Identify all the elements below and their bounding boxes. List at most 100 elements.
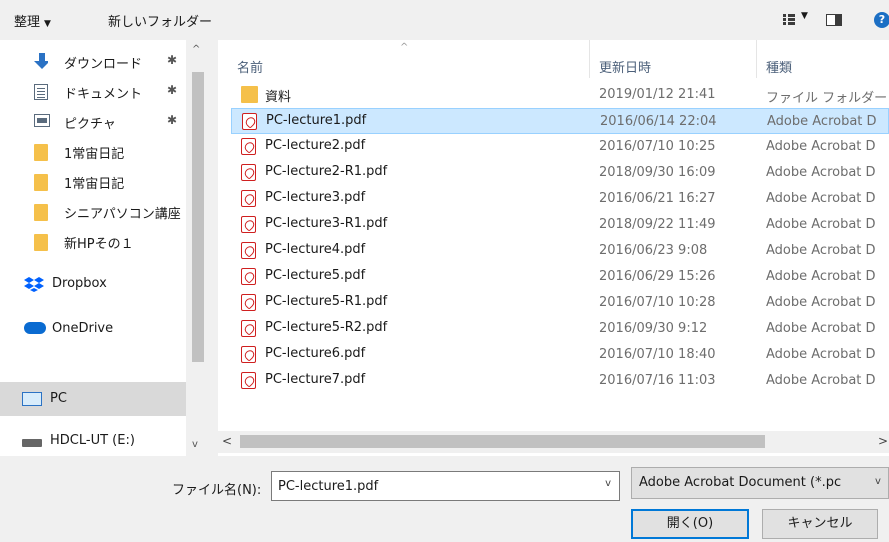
details-view-icon	[783, 14, 795, 25]
file-type: Adobe Acrobat D	[766, 217, 876, 232]
nav-item-folder[interactable]: 1常宙日記	[0, 136, 186, 166]
scrollbar-thumb[interactable]	[192, 72, 204, 362]
file-row[interactable]: PC-lecture4.pdf 2016/06/23 9:08 Adobe Acro…	[231, 238, 889, 264]
column-header: ^ 名前 更新日時 種類	[218, 40, 889, 78]
scroll-right-icon[interactable]: >	[878, 434, 888, 448]
file-type: ファイル フォルダー	[766, 91, 888, 106]
nav-item-label: 1常宙日記	[64, 147, 125, 162]
file-name: PC-lecture5.pdf	[265, 268, 366, 283]
file-row[interactable]: PC-lecture5-R1.pdf 2016/07/10 10:28 Adobe …	[231, 290, 889, 316]
file-type: Adobe Acrobat D	[766, 373, 876, 388]
file-type: Adobe Acrobat D	[766, 139, 876, 154]
nav-item-label: ダウンロード	[64, 57, 143, 72]
pdf-file-icon	[241, 242, 256, 259]
nav-item-downloads[interactable]: ダウンロード ✱	[0, 46, 186, 76]
file-date: 2016/06/29 15:26	[599, 269, 716, 284]
cancel-button[interactable]: キャンセル	[762, 509, 878, 539]
file-name: PC-lecture4.pdf	[265, 242, 366, 257]
horizontal-scrollbar[interactable]: < >	[210, 431, 889, 453]
scroll-up-icon[interactable]: ^	[192, 44, 200, 55]
nav-scrollbar[interactable]: ^ v	[186, 40, 210, 456]
pin-icon: ✱	[167, 83, 178, 97]
nav-item-folder[interactable]: 1常宙日記	[0, 166, 186, 196]
column-header-type[interactable]: 種類	[766, 57, 792, 76]
pdf-file-icon	[242, 113, 257, 130]
file-row[interactable]: PC-lecture5-R2.pdf 2016/09/30 9:12 Adobe A…	[231, 316, 889, 342]
file-row[interactable]: PC-lecture2-R1.pdf 2018/09/30 16:09 Adobe …	[231, 160, 889, 186]
column-divider[interactable]	[589, 40, 590, 78]
file-date: 2016/07/10 10:28	[599, 295, 716, 310]
filename-combobox[interactable]: v	[271, 471, 620, 501]
scroll-down-icon[interactable]: v	[192, 439, 198, 450]
file-row[interactable]: PC-lecture5.pdf 2016/06/29 15:26 Adobe Acr…	[231, 264, 889, 290]
pdf-file-icon	[241, 190, 256, 207]
nav-item-onedrive[interactable]: OneDrive	[0, 311, 186, 341]
help-icon[interactable]: ?	[874, 12, 889, 28]
file-row[interactable]: PC-lecture1.pdf 2016/06/14 22:04 Adobe Acr…	[231, 108, 889, 134]
picture-icon	[34, 114, 50, 127]
nav-item-label: 新HPその１	[64, 237, 134, 252]
pdf-file-icon	[241, 164, 256, 181]
cloud-icon	[24, 322, 46, 334]
open-button[interactable]: 開く(O)	[631, 509, 749, 539]
nav-item-folder[interactable]: シニアパソコン講座	[0, 196, 186, 226]
nav-item-folder[interactable]: 新HPその１	[0, 226, 186, 256]
file-type: Adobe Acrobat D	[767, 114, 877, 129]
scrollbar-thumb[interactable]	[240, 435, 765, 448]
computer-icon	[22, 392, 42, 406]
file-date: 2018/09/22 11:49	[599, 217, 716, 232]
file-row[interactable]: PC-lecture2.pdf 2016/07/10 10:25 Adobe Acr…	[231, 134, 889, 160]
nav-item-drive[interactable]: HDCL-UT (E:)	[0, 426, 186, 456]
file-row[interactable]: PC-lecture6.pdf 2016/07/10 18:40 Adobe Acr…	[231, 342, 889, 368]
organize-label: 整理	[14, 15, 41, 30]
file-date: 2016/06/21 16:27	[599, 191, 716, 206]
nav-item-label: 1常宙日記	[64, 177, 125, 192]
nav-item-label: OneDrive	[52, 321, 114, 336]
change-view-button[interactable]: ▼	[783, 11, 815, 29]
file-row[interactable]: PC-lecture3.pdf 2016/06/21 16:27 Adobe Acr…	[231, 186, 889, 212]
file-name: PC-lecture3.pdf	[265, 190, 366, 205]
file-date: 2019/01/12 21:41	[599, 87, 716, 102]
chevron-down-icon[interactable]: v	[605, 478, 611, 489]
pin-icon: ✱	[167, 113, 178, 127]
navigation-pane: ダウンロード ✱ ドキュメント ✱ ピクチャ ✱ 1常宙日記 1常宙日記 シニア…	[0, 40, 210, 456]
filename-input[interactable]	[278, 477, 588, 495]
column-divider[interactable]	[756, 40, 757, 78]
pdf-file-icon	[241, 372, 256, 389]
pin-icon: ✱	[167, 53, 178, 67]
column-header-name[interactable]: 名前	[237, 57, 263, 76]
toolbar: 整理 ▼ 新しいフォルダー ▼ ?	[0, 0, 889, 40]
file-row[interactable]: PC-lecture3-R1.pdf 2018/09/22 11:49 Adobe …	[231, 212, 889, 238]
document-icon	[34, 84, 48, 100]
folder-icon	[34, 144, 48, 161]
nav-item-label: ドキュメント	[64, 87, 143, 102]
preview-pane-button[interactable]	[826, 14, 842, 26]
file-date: 2016/09/30 9:12	[599, 321, 708, 336]
organize-button[interactable]: 整理 ▼	[14, 11, 51, 30]
nav-item-pictures[interactable]: ピクチャ ✱	[0, 106, 186, 136]
new-folder-button[interactable]: 新しいフォルダー	[108, 11, 212, 30]
file-type: Adobe Acrobat D	[766, 191, 876, 206]
nav-item-dropbox[interactable]: Dropbox	[0, 269, 186, 299]
folder-icon	[34, 204, 48, 221]
file-name: 資料	[265, 90, 292, 105]
dropbox-icon	[24, 277, 44, 292]
sort-ascending-icon: ^	[400, 42, 409, 53]
filetype-select[interactable]: Adobe Acrobat Document (*.pc v	[631, 467, 889, 499]
nav-item-label: PC	[50, 391, 67, 406]
file-date: 2016/07/10 18:40	[599, 347, 716, 362]
nav-item-documents[interactable]: ドキュメント ✱	[0, 76, 186, 106]
drive-icon	[22, 439, 42, 447]
pdf-file-icon	[241, 294, 256, 311]
file-type: Adobe Acrobat D	[766, 295, 876, 310]
file-type: Adobe Acrobat D	[766, 165, 876, 180]
column-header-date[interactable]: 更新日時	[599, 57, 651, 76]
folder-icon	[34, 174, 48, 191]
filetype-value: Adobe Acrobat Document (*.pc	[639, 475, 842, 490]
nav-item-pc[interactable]: PC	[0, 382, 186, 416]
scroll-left-icon[interactable]: <	[222, 434, 232, 448]
file-row[interactable]: PC-lecture7.pdf 2016/07/16 11:03 Adobe Acr…	[231, 368, 889, 394]
file-row[interactable]: 資料 2019/01/12 21:41 ファイル フォルダー	[231, 82, 889, 108]
file-date: 2016/06/23 9:08	[599, 243, 708, 258]
file-date: 2016/07/10 10:25	[599, 139, 716, 154]
